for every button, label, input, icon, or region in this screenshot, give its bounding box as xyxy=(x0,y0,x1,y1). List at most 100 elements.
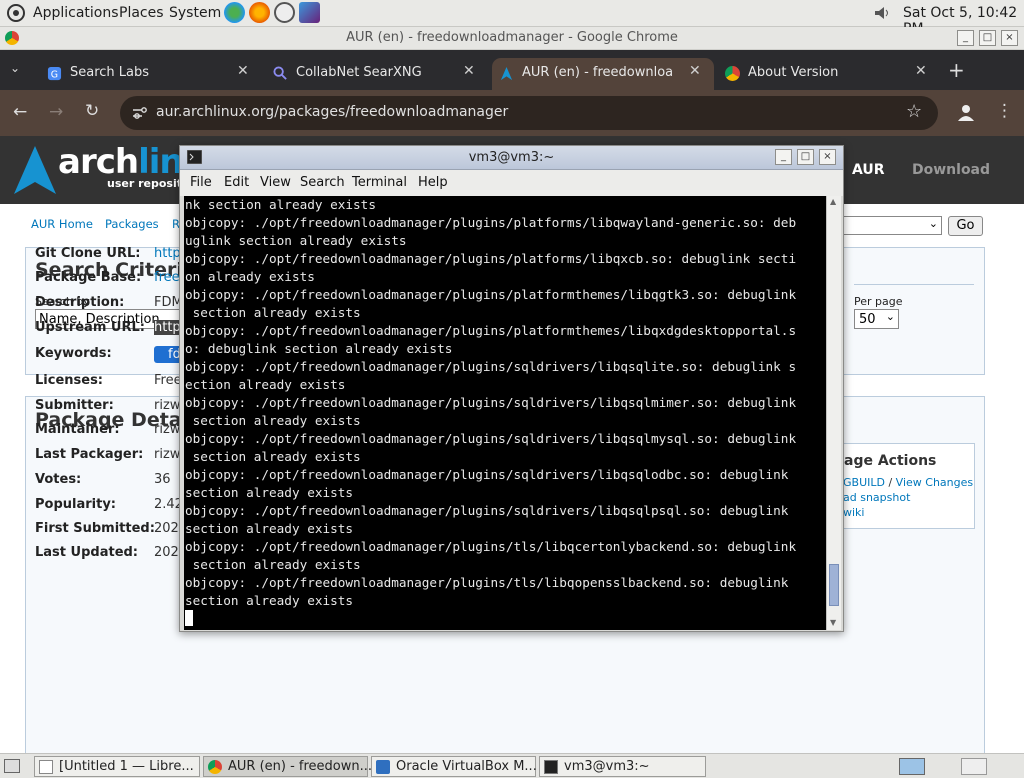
new-tab-button[interactable]: + xyxy=(948,58,965,82)
scroll-up-icon[interactable]: ▲ xyxy=(830,197,836,206)
minimize-button[interactable]: _ xyxy=(957,30,974,46)
forward-icon[interactable]: → xyxy=(49,102,63,122)
url-text: aur.archlinux.org/packages/freedownloadm… xyxy=(156,104,509,120)
field-label: First Submitted: xyxy=(35,521,155,536)
arch-logo-icon xyxy=(500,66,513,81)
tab-label: About Version xyxy=(748,65,839,80)
terminal-scrollbar[interactable]: ▲ ▼ xyxy=(826,196,841,630)
field-label: Git Clone URL: xyxy=(35,246,141,261)
nav-aur[interactable]: AUR xyxy=(852,162,885,178)
tab-collabnet-searxng[interactable]: CollabNet SearXNG ✕ xyxy=(266,58,488,90)
applications-menu[interactable]: Applications xyxy=(33,5,119,21)
terminal-maximize-button[interactable]: □ xyxy=(797,149,814,165)
tab-aur-freedownloadmanager[interactable]: AUR (en) - freedownloadm ✕ xyxy=(492,58,714,90)
terminal-cursor xyxy=(185,610,193,626)
chrome-dev-launcher-icon[interactable] xyxy=(224,2,245,23)
tab-search-labs[interactable]: G Search Labs ✕ xyxy=(40,58,262,90)
field-label: Keywords: xyxy=(35,346,112,361)
menu-edit[interactable]: Edit xyxy=(224,175,249,190)
address-bar[interactable]: aur.archlinux.org/packages/freedownloadm… xyxy=(120,96,938,130)
pkgbuild-link[interactable]: GBUILD / View Changes xyxy=(843,476,973,489)
tab-close-icon[interactable]: ✕ xyxy=(237,63,249,79)
go-button[interactable]: Go xyxy=(948,216,983,236)
tab-close-icon[interactable]: ✕ xyxy=(915,63,927,79)
menu-search[interactable]: Search xyxy=(300,175,345,190)
chrome-icon xyxy=(725,66,740,81)
menu-terminal[interactable]: Terminal xyxy=(352,175,407,190)
terminal-minimize-button[interactable]: _ xyxy=(775,149,792,165)
bookmark-star-icon[interactable]: ☆ xyxy=(906,101,922,122)
task-terminal[interactable]: vm3@vm3:~ xyxy=(539,756,706,777)
menu-icon[interactable]: ⋮ xyxy=(996,101,1013,121)
close-button[interactable]: × xyxy=(1001,30,1018,46)
site-info-icon[interactable] xyxy=(132,106,148,120)
places-menu[interactable]: Places xyxy=(119,5,164,21)
terminal-window[interactable]: vm3@vm3:~ _ □ × File Edit View Search Te… xyxy=(179,145,844,632)
nav-download[interactable]: Download xyxy=(912,162,990,178)
field-label: Submitter: xyxy=(35,398,114,413)
field-label: Package Base: xyxy=(35,270,142,285)
task-chrome[interactable]: AUR (en) - freedown... xyxy=(203,756,372,777)
chrome-title-bar: AUR (en) - freedownloadmanager - Google … xyxy=(0,27,1024,50)
show-desktop-icon[interactable] xyxy=(4,759,20,773)
terminal-output[interactable]: nk section already exists objcopy: ./opt… xyxy=(184,196,826,630)
menu-view[interactable]: View xyxy=(260,175,291,190)
language-select[interactable]: ⌄ xyxy=(842,216,942,235)
tab-search-dropdown-icon[interactable]: ⌄ xyxy=(10,61,20,75)
back-icon[interactable]: ← xyxy=(13,102,27,122)
window-title: AUR (en) - freedownloadmanager - Google … xyxy=(346,30,678,45)
divider xyxy=(854,284,974,285)
workspace-1[interactable] xyxy=(899,758,925,775)
package-actions-box: age Actions GBUILD / View Changes ad sna… xyxy=(826,443,975,529)
scroll-down-icon[interactable]: ▼ xyxy=(830,618,836,627)
terminal-title-bar[interactable]: vm3@vm3:~ _ □ × xyxy=(180,146,843,170)
per-page-select[interactable]: 50 ⌄ xyxy=(854,309,899,329)
google-icon: G xyxy=(47,66,62,80)
field-label: Description: xyxy=(35,295,125,310)
menu-file[interactable]: File xyxy=(190,175,212,190)
field-label: Last Packager: xyxy=(35,447,144,462)
vscode-launcher-icon[interactable] xyxy=(299,2,320,23)
taskbar: [Untitled 1 — Libre... AUR (en) - freedo… xyxy=(0,753,1024,778)
terminal-close-button[interactable]: × xyxy=(819,149,836,165)
tab-label: AUR (en) - freedownloadm xyxy=(522,65,672,80)
field-label: Maintainer: xyxy=(35,422,120,437)
profile-icon[interactable] xyxy=(956,103,976,123)
field-label: Popularity: xyxy=(35,497,117,512)
tab-close-icon[interactable]: ✕ xyxy=(463,63,475,79)
task-libreoffice[interactable]: [Untitled 1 — Libre... xyxy=(34,756,200,777)
svg-text:G: G xyxy=(51,69,58,80)
virtualbox-icon xyxy=(376,760,390,774)
scrollbar-thumb[interactable] xyxy=(829,564,839,606)
browser-toolbar: ← → ↻ aur.archlinux.org/packages/freedow… xyxy=(0,90,1024,136)
maximize-button[interactable]: □ xyxy=(979,30,996,46)
tab-about-version[interactable]: About Version ✕ xyxy=(718,58,940,90)
field-label: Last Updated: xyxy=(35,545,139,560)
edge-launcher-icon[interactable] xyxy=(274,2,295,23)
task-virtualbox[interactable]: Oracle VirtualBox M... xyxy=(371,756,537,777)
workspace-2[interactable] xyxy=(961,758,987,775)
field-label: Licenses: xyxy=(35,373,104,388)
tab-label: CollabNet SearXNG xyxy=(296,65,422,80)
search-icon xyxy=(273,66,287,80)
subnav-packages[interactable]: Packages xyxy=(105,217,159,231)
menu-help[interactable]: Help xyxy=(418,175,448,190)
logo-subtitle: user reposito xyxy=(107,177,190,190)
per-page-label: Per page xyxy=(854,295,903,308)
tab-close-icon[interactable]: ✕ xyxy=(689,63,701,79)
field-value: Free xyxy=(154,373,182,388)
wiki-link[interactable]: wiki xyxy=(843,506,864,519)
tab-bar: ⌄ G Search Labs ✕ CollabNet SearXNG ✕ AU… xyxy=(0,50,1024,90)
arch-logo-icon[interactable] xyxy=(14,146,56,194)
subnav-aur-home[interactable]: AUR Home xyxy=(31,217,93,231)
firefox-launcher-icon[interactable] xyxy=(249,2,270,23)
package-actions-title: age Actions xyxy=(844,453,937,469)
field-value: 36 xyxy=(154,472,171,487)
system-menu[interactable]: System xyxy=(169,5,221,21)
debian-logo-icon[interactable] xyxy=(6,3,26,23)
volume-icon[interactable] xyxy=(873,5,891,21)
reload-icon[interactable]: ↻ xyxy=(85,101,99,121)
terminal-title: vm3@vm3:~ xyxy=(468,150,555,165)
terminal-menubar: File Edit View Search Terminal Help xyxy=(180,170,843,196)
snapshot-link[interactable]: ad snapshot xyxy=(843,491,910,504)
